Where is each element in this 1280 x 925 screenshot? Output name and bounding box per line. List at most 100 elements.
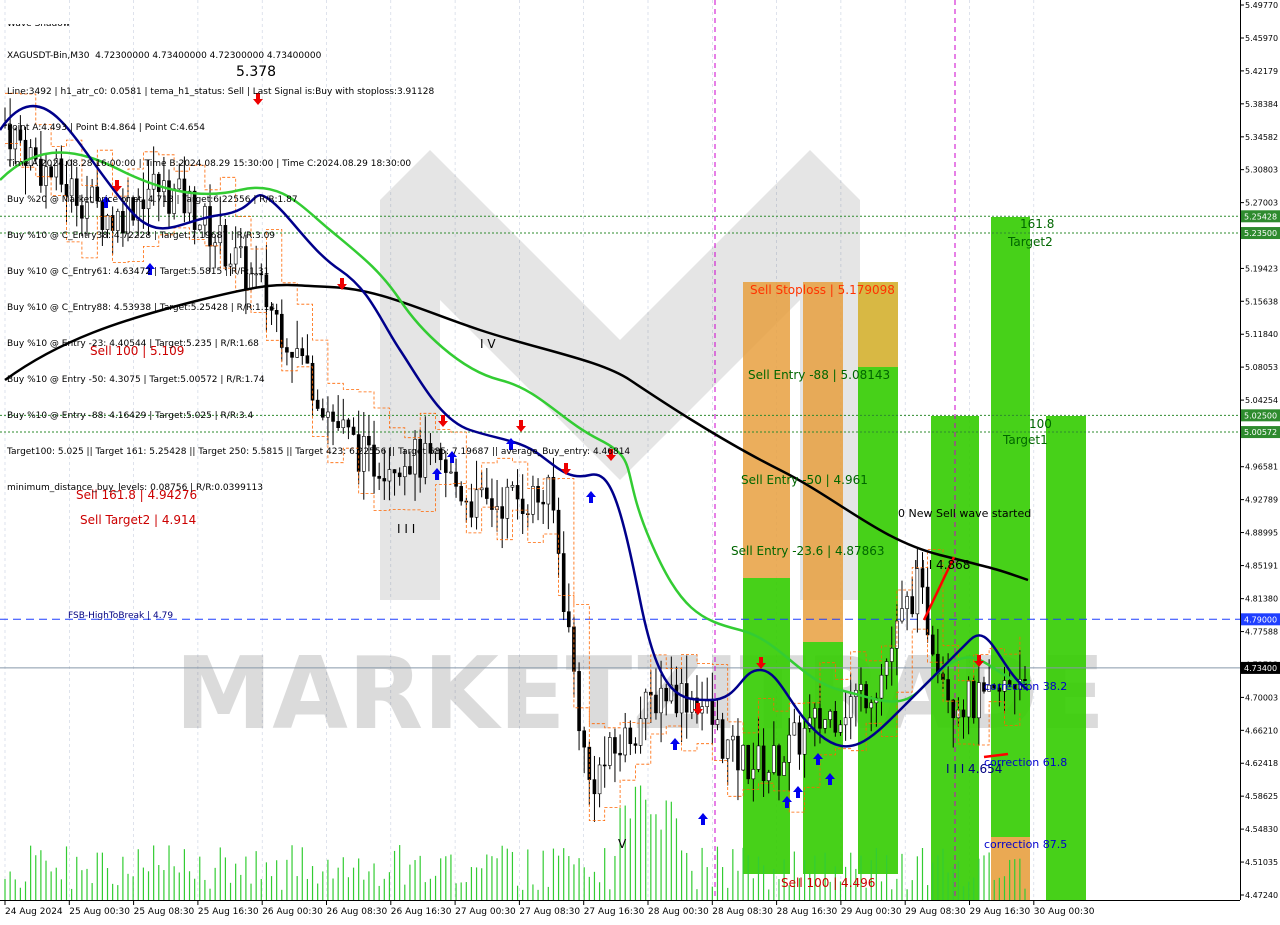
- candle-body-181: [930, 634, 935, 655]
- candle-body-132: [679, 683, 684, 714]
- candle-body-163: [838, 724, 843, 733]
- candle-body-149: [766, 772, 771, 781]
- label-target2-level: 161.8: [1020, 217, 1054, 231]
- candle-body-127: [654, 694, 658, 714]
- candle-body-143: [736, 735, 740, 771]
- time-tick-label-5: 26 Aug 08:30: [327, 907, 388, 917]
- label-sell-stoploss: Sell Stoploss | 5.179098: [750, 283, 895, 297]
- price-tick-label-15: 4.92789: [1245, 496, 1278, 505]
- candle-body-116: [597, 764, 602, 795]
- label-point-b: I I I 4.868: [914, 558, 970, 572]
- time-tick-label-2: 25 Aug 08:30: [134, 907, 195, 917]
- candle-body-156: [802, 727, 807, 755]
- time-tick-label-16: 30 Aug 00:30: [1034, 907, 1095, 917]
- price-tick-label-9: 5.15638: [1245, 297, 1278, 306]
- zone-green-2: [803, 642, 843, 874]
- price-tick-label-17: 4.85191: [1245, 562, 1278, 571]
- price-tick-label-8: 5.19423: [1245, 264, 1278, 273]
- price-tick-label-2: 5.42179: [1245, 67, 1278, 76]
- time-tick-label-13: 29 Aug 00:30: [841, 907, 902, 917]
- price-tick-label-3: 5.38384: [1245, 100, 1278, 109]
- price-tick-label-19: 4.77588: [1245, 628, 1278, 637]
- price-axis[interactable]: 5.49770 5.45970 5.42179 5.38384 5.34582 5.308…: [1240, 0, 1280, 900]
- buy-arrow-icon-9: [793, 786, 803, 798]
- candle-body-161: [828, 710, 833, 720]
- price-badge-label-3: 5.00572: [1244, 428, 1277, 437]
- candle-body-172: [884, 661, 889, 676]
- candle-body-122: [628, 727, 633, 745]
- time-tick-label-1: 25 Aug 00:30: [69, 907, 130, 917]
- price-tick-label-11: 5.08053: [1245, 363, 1278, 372]
- candle-body-147: [756, 745, 761, 770]
- label-corr-618: correction 61.8: [984, 756, 1067, 769]
- price-badge-label-4: 4.79000: [1244, 615, 1277, 624]
- candle-body-144: [741, 744, 745, 771]
- label-sell-entry-50: Sell Entry -50 | 4.961: [741, 473, 868, 487]
- candle-body-184: [946, 679, 950, 701]
- zone-green-6: [1046, 416, 1086, 900]
- price-tick-label-4: 5.34582: [1245, 133, 1278, 142]
- price-tick-label-16: 4.88995: [1245, 529, 1278, 538]
- candle-body-148: [761, 745, 766, 781]
- candle-body-131: [674, 684, 679, 714]
- candle-body-123: [633, 743, 638, 746]
- info-line-5: Buy %10 @ C_Entry38: 4.72228 | Target:7.…: [7, 231, 276, 241]
- info-tool-label: Wave Shadow: [7, 24, 630, 26]
- zone-orange-2: [803, 282, 843, 642]
- price-tick-label-21: 4.70003: [1245, 693, 1278, 702]
- info-line-8: Buy %10 @ Entry -23: 4.40544 | Target:5.…: [7, 339, 259, 349]
- candle-body-142: [731, 735, 735, 741]
- info-line-2: Point A:4.493 | Point B:4.864 | Point C:…: [7, 123, 205, 133]
- time-axis-svg: 24 Aug 2024 25 Aug 00:30 25 Aug 08:30 25 Au…: [4, 901, 1095, 917]
- candle-body-118: [608, 737, 612, 766]
- time-tick-label-9: 27 Aug 16:30: [584, 907, 645, 917]
- time-tick-label-8: 27 Aug 08:30: [519, 907, 580, 917]
- label-sell-entry-88: Sell Entry -88 | 5.08143: [748, 368, 890, 382]
- time-tick-label-4: 26 Aug 00:30: [262, 907, 323, 917]
- chart-area[interactable]: MARKETZITRADE Sell 100 | 5.109 Sell 161.…: [0, 0, 1240, 900]
- candle-body-128: [659, 687, 663, 714]
- candle-body-176: [905, 596, 909, 609]
- price-tick-label-23: 4.62418: [1245, 759, 1278, 768]
- time-axis[interactable]: 24 Aug 2024 25 Aug 00:30 25 Aug 08:30 25 Au…: [0, 900, 1240, 921]
- time-tick-label-6: 26 Aug 16:30: [391, 907, 452, 917]
- zone-green-3: [858, 367, 898, 874]
- label-wave-v: V: [618, 837, 627, 851]
- label-target1: Target1: [1002, 433, 1048, 447]
- candle-body-154: [792, 722, 797, 736]
- candle-body-189: [971, 680, 976, 719]
- zone-green-1: [743, 578, 790, 874]
- price-tick-label-24: 4.58625: [1245, 792, 1278, 801]
- info-line-7: Buy %10 @ C_Entry88: 4.53938 | Target:5.…: [7, 303, 276, 313]
- candle-body-178: [915, 568, 920, 615]
- candle-body-140: [720, 719, 725, 759]
- candle-body-175: [900, 608, 904, 622]
- candle-body-139: [715, 719, 720, 725]
- candle-body-125: [643, 691, 648, 719]
- candle-body-115: [592, 779, 597, 795]
- price-badge-label-0: 5.25428: [1244, 212, 1277, 221]
- price-tick-label-14: 4.96581: [1245, 463, 1278, 472]
- info-line-6: Buy %10 @ C_Entry61: 4.63472 | Target:5.…: [7, 267, 270, 277]
- candle-body-165: [848, 696, 853, 719]
- zone-green-5: [991, 217, 1030, 837]
- info-line-11: Target100: 5.025 || Target 161: 5.25428 …: [7, 447, 631, 457]
- candle-body-164: [843, 717, 848, 726]
- candle-body-169: [869, 702, 874, 709]
- candle-body-185: [951, 699, 956, 719]
- candle-body-112: [577, 671, 581, 732]
- candle-body-177: [910, 596, 915, 615]
- time-tick-label-10: 28 Aug 00:30: [648, 907, 709, 917]
- candle-body-138: [710, 700, 715, 725]
- info-line-12: minimum_distance_buy_levels: 0.08756 | R…: [7, 483, 264, 493]
- price-tick-label-0: 5.49770: [1245, 1, 1278, 10]
- time-tick-label-3: 25 Aug 16:30: [198, 907, 259, 917]
- candle-body-109: [561, 553, 566, 612]
- label-new-sell-wave: 0 New Sell wave started: [898, 507, 1031, 520]
- info-line-1: Line:3492 | h1_atr_c0: 0.0581 | tema_h1_…: [7, 87, 435, 97]
- candle-body-110: [567, 611, 571, 628]
- info-line-10: Buy %10 @ Entry -88: 4.16429 | Target:5.…: [7, 411, 254, 421]
- candle-body-160: [823, 719, 827, 729]
- candle-body-190: [977, 682, 981, 719]
- label-target2: Target2: [1007, 235, 1053, 249]
